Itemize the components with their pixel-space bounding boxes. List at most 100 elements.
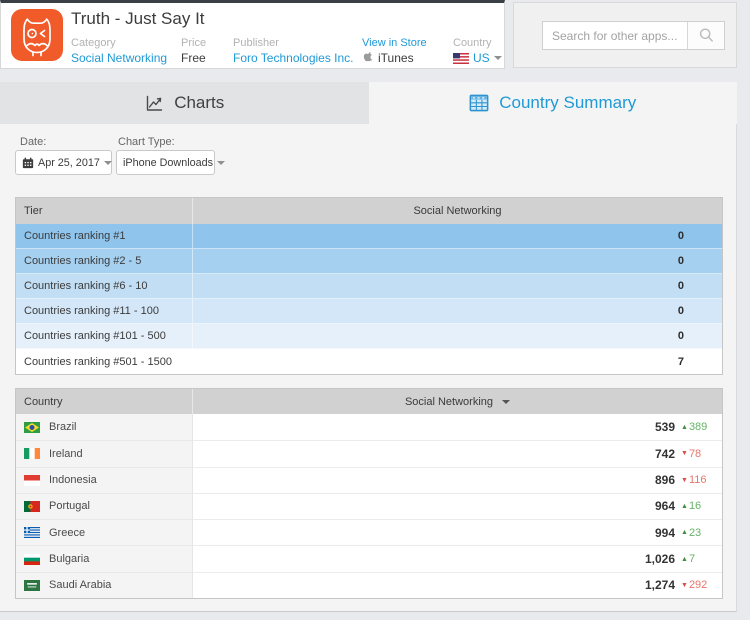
up-arrow-icon: ▲ xyxy=(681,503,688,510)
date-dropdown[interactable]: Apr 25, 2017 xyxy=(15,150,112,175)
store-name: iTunes xyxy=(378,51,414,65)
tab-charts-label: Charts xyxy=(174,93,224,113)
rank-cell: 994▲23 xyxy=(193,519,722,545)
rank-value: 1,026 xyxy=(645,552,675,566)
country-row[interactable]: Saudi Arabia 1,274 ▼292 xyxy=(16,572,722,598)
tab-bar: Charts Country Summary xyxy=(0,82,737,124)
saudi-arabia-flag-icon xyxy=(24,580,40,591)
view-in-store-link[interactable]: View in Store xyxy=(362,37,453,49)
country-name: Saudi Arabia xyxy=(49,579,111,591)
tier-count: 0 xyxy=(193,324,722,348)
tier-count: 7 xyxy=(193,349,722,374)
line-chart-icon xyxy=(144,94,164,113)
tier-row: Countries ranking #6 - 100 xyxy=(16,274,722,299)
country-cell: Portugal xyxy=(16,493,193,519)
country-label: Country xyxy=(453,37,502,49)
price-label: Price xyxy=(181,37,233,49)
country-category-column-label: Social Networking xyxy=(405,396,493,408)
tier-count: 0 xyxy=(193,224,722,248)
chevron-down-icon xyxy=(494,56,502,60)
tier-row: Countries ranking #10 xyxy=(16,224,722,249)
apple-icon xyxy=(362,51,374,65)
tier-name: Countries ranking #501 - 1500 xyxy=(16,349,193,374)
country-name: Portugal xyxy=(49,500,90,512)
chart-type-dropdown[interactable]: iPhone Downloads xyxy=(116,150,215,175)
rank-cell: 1,274 ▼292 xyxy=(193,572,722,598)
publisher-link[interactable]: Foro Technologies Inc. xyxy=(233,51,362,65)
country-row[interactable]: Ireland 742 ▼78 xyxy=(16,440,722,466)
tier-row: Countries ranking #11 - 1000 xyxy=(16,299,722,324)
tier-count: 0 xyxy=(193,299,722,323)
country-row[interactable]: Bulgaria 1,026 ▲7 xyxy=(16,545,722,571)
rank-value: 1,274 xyxy=(645,578,675,592)
country-cell: Ireland xyxy=(16,440,193,466)
rank-cell: 742 ▼78 xyxy=(193,440,722,466)
country-row[interactable]: Portugal 964 ▲16 xyxy=(16,493,722,519)
chart-type-label: Chart Type: xyxy=(118,136,175,148)
rank-value: 964 xyxy=(655,499,675,513)
rank-change-down: ▼292 xyxy=(681,579,708,591)
down-arrow-icon: ▼ xyxy=(681,582,688,589)
up-arrow-icon: ▲ xyxy=(681,424,688,431)
ireland-flag-icon xyxy=(24,448,40,459)
rank-cell: 539▲389 xyxy=(193,414,722,440)
rank-change-up: ▲7 xyxy=(681,553,708,565)
tab-country-summary[interactable]: Country Summary xyxy=(369,82,738,124)
tier-name: Countries ranking #101 - 500 xyxy=(16,324,193,348)
brazil-flag-icon xyxy=(24,422,40,433)
table-grid-icon xyxy=(469,93,489,113)
country-summary-panel: Date: Chart Type: Apr 25, 2017 iPhone Do… xyxy=(0,124,737,612)
tier-name: Countries ranking #1 xyxy=(16,224,193,248)
category-label: Category xyxy=(71,37,181,49)
country-selector[interactable]: US xyxy=(453,51,502,65)
tier-name: Countries ranking #6 - 10 xyxy=(16,274,193,298)
rank-value: 742 xyxy=(655,447,675,461)
tier-column-header: Tier xyxy=(16,198,193,224)
tier-row: Countries ranking #501 - 15007 xyxy=(16,349,722,374)
owl-app-icon xyxy=(11,9,63,61)
rank-cell: 896▼116 xyxy=(193,467,722,493)
category-link[interactable]: Social Networking xyxy=(71,51,181,65)
portugal-flag-icon xyxy=(24,501,40,512)
country-cell: Saudi Arabia xyxy=(16,572,193,598)
country-name: Bulgaria xyxy=(49,553,89,565)
tier-row: Countries ranking #2 - 50 xyxy=(16,249,722,274)
itunes-store-value[interactable]: iTunes xyxy=(362,51,453,65)
rank-change-up: ▲389 xyxy=(681,421,708,433)
rank-change-up: ▲16 xyxy=(681,500,708,512)
search-input[interactable] xyxy=(543,22,687,49)
country-category-sort-header[interactable]: Social Networking xyxy=(193,389,722,414)
tier-row: Countries ranking #101 - 5000 xyxy=(16,324,722,349)
greece-flag-icon xyxy=(24,527,40,538)
country-row[interactable]: Brazil 539▲389 xyxy=(16,414,722,440)
tier-table: Tier Social Networking Countries ranking… xyxy=(15,197,723,375)
search-panel xyxy=(513,2,737,68)
down-arrow-icon: ▼ xyxy=(681,477,688,484)
country-row[interactable]: Indonesia896▼116 xyxy=(16,467,722,493)
tier-name: Countries ranking #11 - 100 xyxy=(16,299,193,323)
rank-value: 896 xyxy=(655,473,675,487)
up-arrow-icon: ▲ xyxy=(681,529,688,536)
country-cell: Bulgaria xyxy=(16,545,193,571)
tab-charts[interactable]: Charts xyxy=(0,82,369,124)
country-cell: Greece xyxy=(16,519,193,545)
tier-count: 0 xyxy=(193,274,722,298)
country-cell: Indonesia xyxy=(16,467,193,493)
rank-cell: 964 ▲16 xyxy=(193,493,722,519)
country-table: Country Social Networking Brazil539▲389I… xyxy=(15,388,723,599)
country-column-header: Country xyxy=(16,389,193,414)
search-button[interactable] xyxy=(687,22,724,49)
caret-down-icon xyxy=(502,400,510,404)
calendar-icon xyxy=(22,157,34,169)
country-name: Brazil xyxy=(49,421,77,433)
rank-change-down: ▼78 xyxy=(681,448,708,460)
country-name: Ireland xyxy=(49,448,83,460)
rank-value: 994 xyxy=(655,526,675,540)
country-code: US xyxy=(473,51,490,65)
tier-name: Countries ranking #2 - 5 xyxy=(16,249,193,273)
tier-category-column-header: Social Networking xyxy=(193,198,722,224)
indonesia-flag-icon xyxy=(24,475,40,486)
country-row[interactable]: Greece994▲23 xyxy=(16,519,722,545)
down-arrow-icon: ▼ xyxy=(681,450,688,457)
chart-type-value: iPhone Downloads xyxy=(123,157,213,169)
